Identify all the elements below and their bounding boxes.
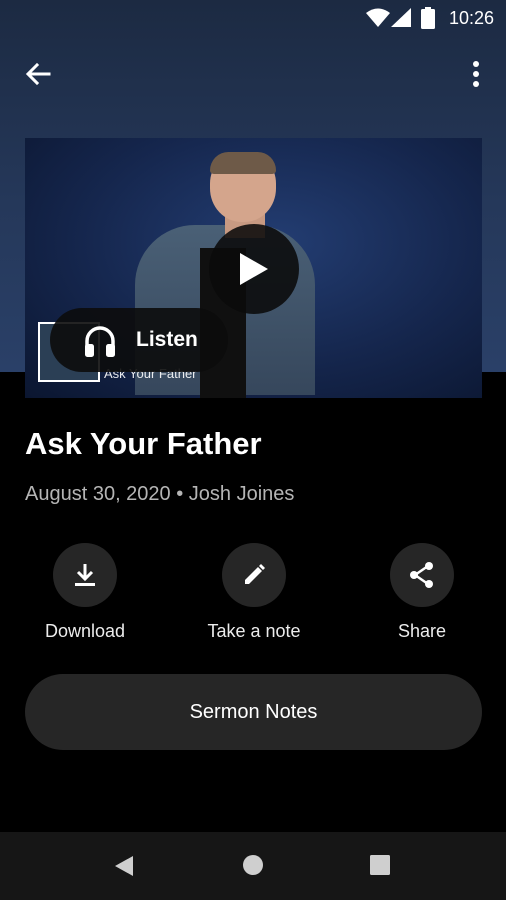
- more-options-button[interactable]: [458, 56, 494, 92]
- share-action[interactable]: Share: [357, 543, 487, 642]
- nav-home-icon[interactable]: [242, 854, 264, 876]
- take-note-label: Take a note: [207, 621, 301, 641]
- arrow-back-icon: [25, 62, 51, 86]
- sermon-meta: August 30, 2020 • Josh Joines: [25, 483, 295, 505]
- headphones-icon: [85, 326, 115, 357]
- signal-icon: [391, 8, 411, 27]
- battery-icon: [421, 7, 435, 29]
- listen-label: Listen: [136, 328, 198, 351]
- share-label: Share: [397, 621, 447, 641]
- share-icon: [410, 562, 433, 588]
- more-vert-icon: [473, 61, 479, 87]
- status-bar: 10:26: [0, 0, 506, 36]
- status-time: 10:26: [448, 8, 494, 28]
- take-note-button[interactable]: [222, 543, 286, 607]
- download-label: Download: [44, 621, 126, 641]
- listen-button[interactable]: Listen: [50, 308, 228, 372]
- pencil-icon: [245, 564, 265, 584]
- download-action[interactable]: Download: [20, 543, 150, 642]
- system-navigation-bar: [0, 832, 506, 900]
- download-icon: [75, 564, 95, 586]
- wifi-icon: [366, 8, 390, 27]
- play-icon: [240, 253, 268, 285]
- sermon-notes-button[interactable]: Sermon Notes: [25, 674, 482, 750]
- take-note-action[interactable]: Take a note: [189, 543, 319, 642]
- speaker-hair: [210, 152, 276, 174]
- sermon-title: Ask Your Father: [25, 426, 262, 461]
- share-button[interactable]: [390, 543, 454, 607]
- back-button[interactable]: [18, 56, 58, 92]
- nav-recents-icon[interactable]: [369, 854, 391, 876]
- nav-back-icon[interactable]: [113, 854, 135, 878]
- download-button[interactable]: [53, 543, 117, 607]
- play-button[interactable]: [209, 224, 299, 314]
